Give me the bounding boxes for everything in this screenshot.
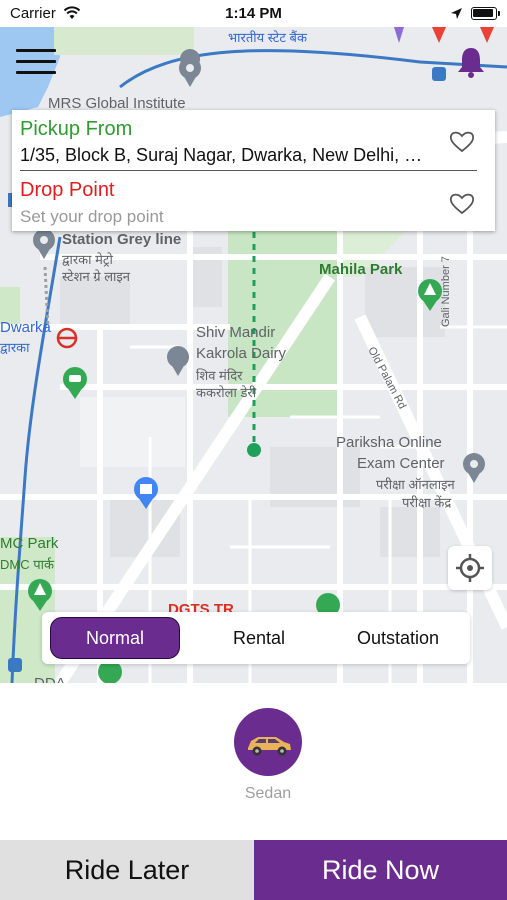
map-label-mahila-park: Mahila Park [319, 261, 403, 278]
car-icon [248, 737, 291, 756]
map-label-shiv-mandir-1: Shiv Mandir [196, 324, 276, 341]
locate-me-button[interactable] [448, 546, 492, 590]
address-divider [20, 170, 477, 171]
map-label-dwarka: Dwarka [0, 319, 51, 336]
status-time: 1:14 PM [225, 5, 282, 22]
ride-type-selector: Normal Rental Outstation [42, 612, 470, 664]
battery-icon [471, 7, 497, 20]
map-label-shiv-mandir-hindi-2: ककरोला डेरी [196, 385, 257, 400]
map-label-station-hindi-2: स्टेशन ग्रे लाइन [62, 269, 130, 284]
drop-favorite-heart-icon[interactable] [449, 192, 475, 216]
battery-cap [498, 11, 500, 16]
map-label-dda: DDA [34, 675, 66, 683]
map-label-dmc-park-hindi: DMC पार्क [0, 557, 54, 572]
vehicle-sedan-option[interactable] [234, 708, 302, 776]
screen: Carrier 1:14 PM भारतीय स्टेट बैंक MRS Gl… [0, 0, 507, 900]
map-view[interactable]: भारतीय स्टेट बैंक MRS Global Institute S… [0, 27, 507, 683]
menu-icon-bar-3 [16, 71, 56, 74]
drop-title: Drop Point [20, 179, 115, 201]
pickup-title: Pickup From [20, 118, 133, 140]
map-label-shiv-mandir-2: Kakrola Dairy [196, 345, 287, 362]
menu-icon [16, 49, 56, 52]
map-label-pariksha-2: Exam Center [357, 455, 445, 472]
map-label-station-hindi-1: द्वारका मेट्रो [62, 252, 113, 267]
ride-later-button[interactable]: Ride Later [0, 840, 254, 900]
address-card: Pickup From 1/35, Block B, Suraj Nagar, … [12, 110, 495, 231]
menu-icon-bar-2 [16, 60, 56, 63]
bell-icon[interactable] [455, 45, 487, 79]
vehicle-label: Sedan [244, 785, 292, 802]
status-bar: Carrier 1:14 PM [0, 0, 507, 27]
map-label-station: Station Grey line [62, 231, 182, 248]
pickup-favorite-heart-icon[interactable] [449, 130, 475, 154]
map-label-pariksha-1: Pariksha Online [336, 434, 442, 451]
ride-type-rental[interactable]: Rental [192, 617, 326, 659]
map-label-gali: Gali Number 7 [440, 256, 452, 327]
ride-type-normal[interactable]: Normal [50, 617, 180, 659]
map-label-dmc-park: MC Park [0, 535, 59, 552]
ride-now-button[interactable]: Ride Now [254, 840, 507, 900]
map-label-shiv-mandir-hindi-1: शिव मंदिर [196, 368, 243, 383]
pickup-address[interactable]: 1/35, Block B, Suraj Nagar, Dwarka, New … [20, 145, 432, 166]
map-label-dwarka-hindi: द्वारका [0, 340, 30, 355]
map-label-pariksha-hindi-1: परीक्षा ऑनलाइन [376, 477, 455, 492]
map-label-pariksha-hindi-2: परीक्षा केंद्र [402, 495, 452, 510]
drop-point-input[interactable] [20, 206, 432, 228]
menu-button[interactable] [16, 49, 56, 79]
map-label-bank: भारतीय स्टेट बैंक [228, 30, 307, 45]
locate-icon [456, 554, 484, 582]
location-arrow-icon [451, 8, 462, 19]
ride-type-outstation[interactable]: Outstation [332, 617, 464, 659]
